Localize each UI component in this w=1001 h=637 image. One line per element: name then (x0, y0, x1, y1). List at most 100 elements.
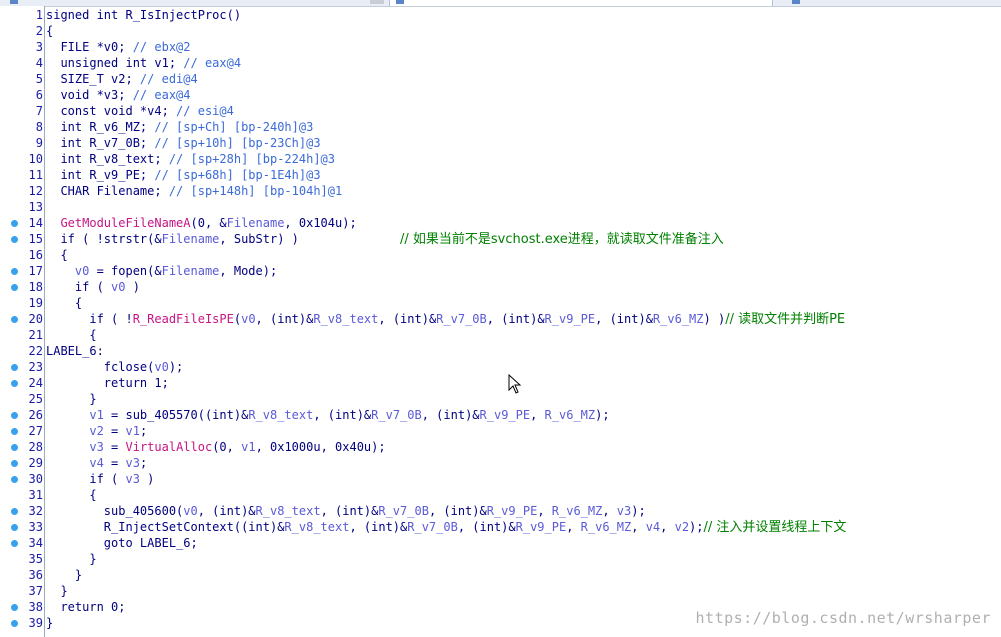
breakpoint-dot-icon[interactable] (11, 604, 18, 611)
code-token: , (int)& (486, 312, 545, 326)
code-line[interactable]: 12 CHAR Filename; // [sp+148h] [bp-104h]… (0, 183, 1001, 199)
breakpoint-dot-icon[interactable] (11, 428, 18, 435)
breakpoint-dot-icon[interactable] (11, 316, 18, 323)
code-line[interactable]: 9 int R_v7_0B; // [sp+10h] [bp-23Ch]@3 (0, 135, 1001, 151)
code-line[interactable]: 24 return 1; (0, 375, 1001, 391)
code-line[interactable]: 10 int R_v8_text; // [sp+28h] [bp-224h]@… (0, 151, 1001, 167)
pseudocode-view[interactable]: 1 signed int R_IsInjectProc() 2{3 FILE *v0… (0, 7, 1001, 631)
code-line[interactable]: 3 FILE *v0; // ebx@2 (0, 39, 1001, 55)
variable-name: R_v6_MZ (580, 520, 632, 534)
code-comment: // [sp+148h] [bp-104h]@1 (168, 184, 343, 198)
breakpoint-dot-icon[interactable] (11, 284, 18, 291)
variable-name: v2 (89, 424, 104, 438)
code-line[interactable]: 25 } (0, 391, 1001, 407)
code-text: int R_v6_MZ; // [sp+Ch] [bp-240h]@3 (46, 119, 313, 135)
code-text: { (46, 327, 96, 343)
code-token: { (46, 296, 83, 310)
line-number: 22 (28, 344, 43, 358)
code-token: , 0x1000u, 0x40u); (255, 440, 386, 454)
code-line[interactable]: 17 v0 = fopen(&Filename, Mode); (0, 263, 1001, 279)
code-token: goto LABEL_6; (46, 536, 198, 550)
code-line[interactable]: 28 v3 = VirtualAlloc(0, v1, 0x1000u, 0x4… (0, 439, 1001, 455)
code-token: , (int)& (421, 408, 480, 422)
code-token: , (537, 504, 552, 518)
code-line[interactable]: 37 } (0, 583, 1001, 599)
code-line[interactable]: 4 unsigned int v1; // eax@4 (0, 55, 1001, 71)
code-line[interactable]: 36 } (0, 567, 1001, 583)
code-comment: // ebx@2 (132, 40, 191, 54)
code-line[interactable]: 21 { (0, 327, 1001, 343)
code-line[interactable]: 19 { (0, 295, 1001, 311)
code-token: , (int)& (313, 408, 372, 422)
variable-name: R_v9_PE (479, 408, 531, 422)
line-number: 21 (28, 328, 43, 342)
pseudocode-tab-icon (396, 0, 404, 4)
code-line[interactable]: 20 if ( !R_ReadFileIsPE(v0, (int)&R_v8_t… (0, 311, 1001, 327)
variable-name: v0 (111, 280, 126, 294)
breakpoint-dot-icon[interactable] (11, 540, 18, 547)
code-line[interactable]: 22 LABEL_6: (0, 343, 1001, 359)
breakpoint-dot-icon[interactable] (11, 268, 18, 275)
variable-name: R_v6_MZ (652, 312, 704, 326)
code-line[interactable]: 14 GetModuleFileNameA(0, &Filename, 0x10… (0, 215, 1001, 231)
code-line[interactable]: 2{ (0, 23, 1001, 39)
code-comment: // [sp+Ch] [bp-240h]@3 (154, 120, 314, 134)
code-token: int R_v6_MZ; (46, 120, 155, 134)
variable-name: v1 (241, 440, 256, 454)
code-text: FILE *v0; // ebx@2 (46, 39, 191, 55)
code-text: sub_405600(v0, (int)&R_v8_text, (int)&R_… (46, 503, 646, 519)
code-text: v1 = sub_405570((int)&R_v8_text, (int)&R… (46, 407, 609, 423)
code-line[interactable]: 23 fclose(v0); (0, 359, 1001, 375)
breakpoint-dot-icon[interactable] (11, 620, 18, 627)
code-comment: // 注入并设置线程上下文 (703, 520, 847, 535)
code-line[interactable]: 13 (0, 199, 1001, 215)
title-tab-bar[interactable] (0, 0, 1001, 7)
code-line[interactable]: 1 signed int R_IsInjectProc() (0, 7, 1001, 23)
line-number: 34 (28, 536, 43, 550)
line-number: 19 (28, 296, 43, 310)
code-line[interactable]: 33 R_InjectSetContext((int)&R_v8_text, (… (0, 519, 1001, 535)
code-line[interactable]: 32 sub_405600(v0, (int)&R_v8_text, (int)… (0, 503, 1001, 519)
code-line[interactable]: 7 const void *v4; // esi@4 (0, 103, 1001, 119)
code-line[interactable]: 11 int R_v9_PE; // [sp+68h] [bp-1E4h]@3 (0, 167, 1001, 183)
breakpoint-dot-icon[interactable] (11, 380, 18, 387)
breakpoint-dot-icon[interactable] (11, 444, 18, 451)
breakpoint-dot-icon[interactable] (11, 236, 18, 243)
code-line[interactable]: 26 v1 = sub_405570((int)&R_v8_text, (int… (0, 407, 1001, 423)
variable-name: v3 (125, 456, 140, 470)
breakpoint-dot-icon[interactable] (11, 524, 18, 531)
active-tab[interactable] (389, 0, 773, 6)
line-number: 4 (35, 56, 43, 70)
code-line[interactable]: 16 { (0, 247, 1001, 263)
code-line[interactable]: 29 v4 = v3; (0, 455, 1001, 471)
variable-name: R_v8_text (313, 312, 379, 326)
code-line[interactable]: 5 SIZE_T v2; // edi@4 (0, 71, 1001, 87)
code-line[interactable]: 8 int R_v6_MZ; // [sp+Ch] [bp-240h]@3 (0, 119, 1001, 135)
code-token: = (103, 456, 126, 470)
code-token: } (46, 584, 68, 598)
code-token: ) ) (703, 312, 726, 326)
code-line[interactable]: 35 } (0, 551, 1001, 567)
code-line[interactable]: 34 goto LABEL_6; (0, 535, 1001, 551)
breakpoint-dot-icon[interactable] (11, 460, 18, 467)
code-line[interactable]: 30 if ( v3 ) (0, 471, 1001, 487)
breakpoint-dot-icon[interactable] (11, 412, 18, 419)
code-token: ( (233, 312, 242, 326)
breakpoint-dot-icon[interactable] (11, 476, 18, 483)
code-line[interactable]: 6 void *v3; // eax@4 (0, 87, 1001, 103)
code-line[interactable]: 15 if ( !strstr(&Filename, SubStr) ) // … (0, 231, 1001, 247)
breakpoint-dot-icon[interactable] (11, 364, 18, 371)
breakpoint-dot-icon[interactable] (11, 220, 18, 227)
code-line[interactable]: 31 { (0, 487, 1001, 503)
code-token: = (103, 440, 126, 454)
code-comment: // [sp+68h] [bp-1E4h]@3 (154, 168, 321, 182)
code-text: if ( v0 ) (46, 279, 140, 295)
tab-icon (10, 0, 18, 4)
code-line[interactable]: 27 v2 = v1; (0, 423, 1001, 439)
line-number: 30 (28, 472, 43, 486)
next-tab-icon[interactable] (792, 0, 800, 4)
tab-close-icon[interactable] (370, 0, 384, 4)
code-line[interactable]: 18 if ( v0 ) (0, 279, 1001, 295)
code-text: int R_v8_text; // [sp+28h] [bp-224h]@3 (46, 151, 335, 167)
breakpoint-dot-icon[interactable] (11, 508, 18, 515)
